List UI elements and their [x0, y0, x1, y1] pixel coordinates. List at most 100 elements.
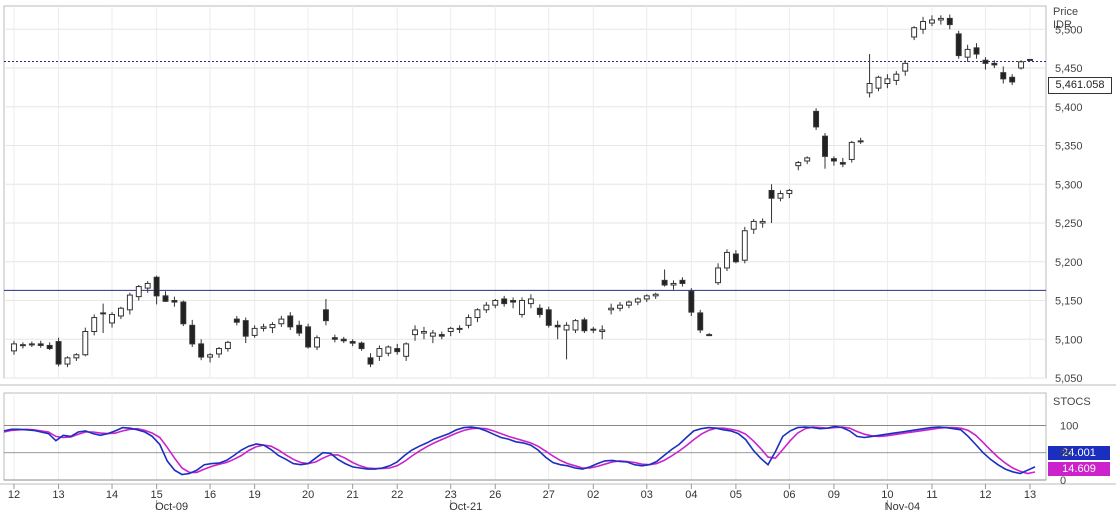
candle-body [715, 267, 722, 284]
change-pct: 0.04% [357, 10, 392, 24]
candle-body [216, 348, 222, 355]
candle-body [117, 307, 124, 317]
candle-body [322, 309, 329, 322]
month-label: Oct-09 [155, 501, 188, 513]
candle-body [135, 286, 142, 298]
candle-body [447, 327, 454, 332]
candle-body [839, 162, 846, 165]
y-tick-label: 5,050 [1055, 373, 1083, 385]
stoch-k-period: 14 [105, 399, 120, 413]
candle-body [706, 334, 713, 337]
close-label: C [254, 10, 264, 24]
low-label: L [187, 10, 194, 24]
candle-body [964, 48, 971, 58]
candle-body [625, 301, 632, 306]
x-tick-label: 09 [828, 489, 840, 501]
x-tick-label: 15 [150, 489, 162, 501]
candle-body [403, 343, 410, 357]
y-tick-label: 5,400 [1055, 102, 1083, 114]
change-value: 2.456 [324, 10, 355, 24]
candle-body [777, 193, 784, 199]
candle-body [233, 318, 240, 323]
x-tick-label: 14 [106, 489, 118, 501]
candle-body [741, 230, 748, 261]
month-label: Oct-21 [449, 501, 482, 513]
x-tick-label: 22 [391, 489, 403, 501]
candle-body [385, 346, 392, 354]
stoch-series-d [3, 426, 1036, 475]
x-tick-label: 10 [881, 489, 893, 501]
candle-body [768, 189, 775, 199]
fib-618-percent: 61.8% [6, 72, 38, 84]
candle-body [688, 290, 695, 313]
candle-body [652, 293, 659, 297]
candle-body [465, 317, 472, 326]
candle-body [679, 279, 686, 284]
x-tick-label: 05 [730, 489, 742, 501]
candle-body [590, 328, 597, 331]
candle-body [296, 324, 303, 334]
candle-body [572, 320, 579, 331]
candle-body [920, 21, 927, 30]
price-axis-label: Price [1053, 6, 1079, 18]
candle-body [376, 348, 383, 357]
candle-body [955, 33, 962, 57]
y-tick-label: 5,300 [1055, 179, 1083, 191]
stoch-k-value: 24.001 [122, 399, 160, 413]
trash-icon[interactable] [418, 9, 430, 24]
x-tick-label: 27 [543, 489, 555, 501]
candle-body [207, 354, 214, 358]
fib-618-label: 61.8% 5,458.427 [6, 72, 92, 84]
candle-body [634, 298, 641, 303]
candle-body [670, 282, 677, 286]
stoch-k-badge: 24.001 [1048, 446, 1110, 460]
candle-body [946, 17, 953, 26]
candle-body [11, 343, 17, 352]
chevron-down-icon[interactable]: ▼ [397, 11, 412, 25]
stoch-tick-label: 100 [1060, 420, 1078, 432]
candle-body [536, 307, 543, 315]
x-tick-label: 26 [489, 489, 501, 501]
candle-body [278, 318, 285, 325]
candle-body [617, 304, 623, 309]
candle-body [100, 312, 107, 315]
chart-header: .JKSE O5,461.058 H5,461.058 L5,461.058 C… [5, 9, 430, 25]
candle-body [795, 162, 802, 167]
candle-body [830, 158, 837, 162]
open-label: O [47, 10, 58, 24]
candle-body [911, 27, 918, 38]
candles [11, 14, 1033, 368]
candle-body [786, 189, 793, 195]
stoch-header: .JKSE StochS %K 14 24.001 %D 3 14.609 [5, 398, 250, 413]
stoch-series-k [3, 425, 1036, 476]
x-tick-label: 02 [587, 489, 599, 501]
stoch-axis-title: STOCS [1053, 396, 1091, 408]
candle-body [358, 342, 365, 350]
candle-body [822, 135, 828, 157]
stoch-d-value: 14.609 [195, 399, 232, 413]
trash-icon[interactable] [238, 398, 250, 413]
candle-body [412, 329, 419, 336]
stoch-d-label: %D [162, 399, 182, 413]
x-tick-label: 16 [204, 489, 216, 501]
x-tick-label: 23 [445, 489, 457, 501]
candle-body [340, 338, 347, 342]
candle-body [519, 300, 525, 315]
reference-lines [4, 60, 1046, 291]
stoch-d-badge: 14.609 [1048, 462, 1110, 476]
candle-body [421, 331, 427, 334]
x-tick-label: 03 [641, 489, 653, 501]
candle-body [242, 320, 249, 337]
y-tick-label: 5,150 [1055, 296, 1083, 308]
chart-canvas: 5,050 5,100 5,150 5,200 5,250 5,300 5,350 5,400… [0, 5, 1116, 513]
candle-body [857, 140, 864, 143]
candle-body [438, 334, 445, 337]
candle-body [545, 309, 552, 326]
x-tick-label: 13 [52, 489, 64, 501]
y-tick-label: 5,450 [1055, 63, 1083, 75]
candle-body [848, 141, 855, 160]
candle-body [126, 294, 133, 311]
candle-body [527, 298, 534, 305]
candle-body [982, 59, 989, 64]
x-tick-label: 19 [249, 489, 261, 501]
